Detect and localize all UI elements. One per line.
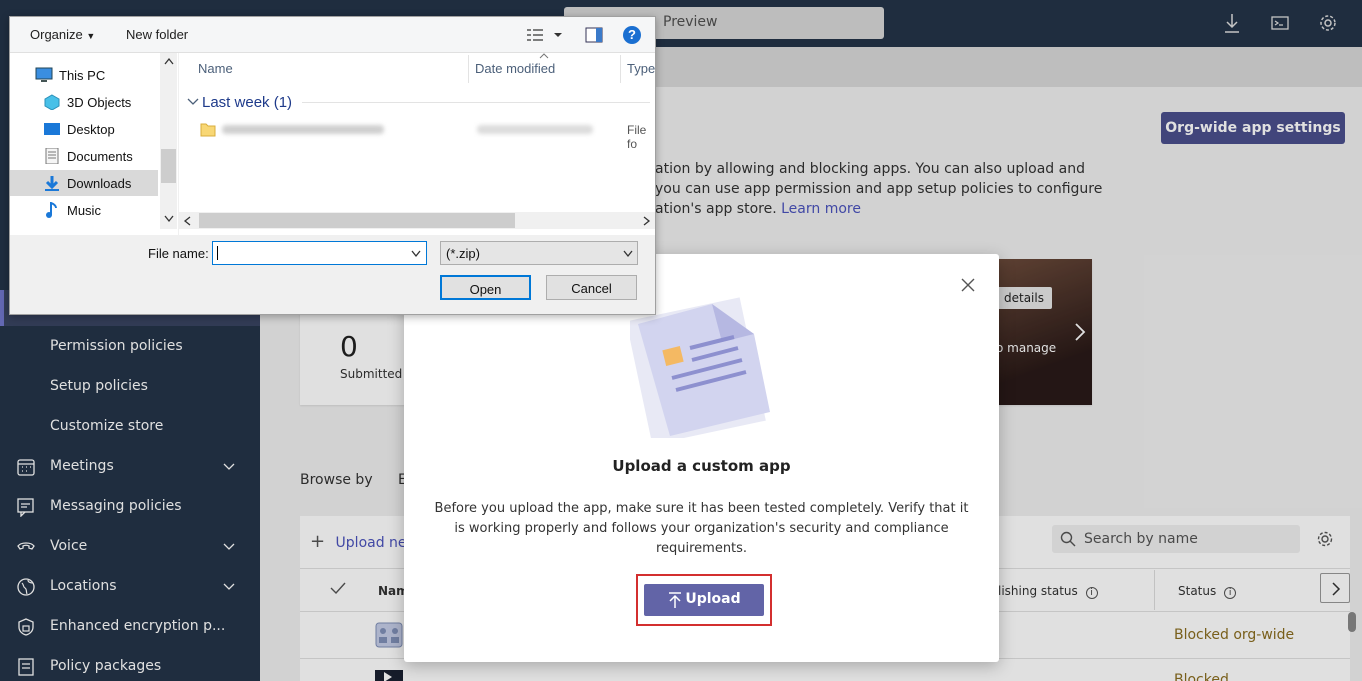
tree-item-label: 3D Objects — [67, 95, 132, 110]
column-divider — [620, 55, 621, 83]
tree-item-desktop[interactable]: Desktop — [10, 116, 158, 142]
documents-icon — [45, 148, 59, 164]
column-divider — [468, 55, 469, 83]
music-icon — [46, 202, 57, 218]
dropdown-arrow-icon: ▼ — [86, 31, 96, 41]
sort-indicator-icon — [539, 53, 549, 59]
file-type-value: (*.zip) — [446, 246, 480, 261]
desktop-icon — [44, 123, 60, 135]
tree-item-music[interactable]: Music — [10, 197, 158, 223]
file-open-dialog: Organize ▼ New folder ? This PC 3D Objec… — [9, 16, 656, 315]
file-name-label: File name: — [148, 246, 209, 261]
scroll-right-icon[interactable] — [643, 216, 651, 226]
file-type-select[interactable]: (*.zip) — [440, 241, 638, 265]
new-folder-button[interactable]: New folder — [126, 27, 188, 42]
tree-item-3d-objects[interactable]: 3D Objects — [10, 89, 158, 115]
computer-icon — [35, 67, 53, 82]
tree-item-downloads[interactable]: Downloads — [10, 170, 158, 196]
organize-label: Organize — [30, 27, 83, 42]
column-name[interactable]: Name — [198, 61, 233, 76]
tree-scroll-thumb[interactable] — [161, 149, 176, 183]
collapse-group-icon[interactable] — [187, 97, 199, 107]
group-header[interactable]: Last week (1) — [202, 94, 292, 111]
file-list-scroll-thumb[interactable] — [199, 213, 515, 228]
group-divider — [302, 102, 650, 103]
cancel-button[interactable]: Cancel — [546, 275, 637, 300]
tree-item-this-pc[interactable]: This PC — [10, 62, 158, 88]
tree-item-documents[interactable]: Documents — [10, 143, 158, 169]
upload-custom-app-dialog: Upload a custom app Before you upload th… — [404, 254, 999, 662]
modal-title: Upload a custom app — [612, 457, 791, 475]
open-button[interactable]: Open — [440, 275, 531, 300]
modal-description: Before you upload the app, make sure it … — [434, 501, 969, 556]
file-item-type: File fo — [627, 123, 647, 151]
file-item-name-blurred[interactable] — [222, 125, 384, 134]
tree-item-label: Downloads — [67, 176, 132, 191]
chevron-down-icon[interactable] — [411, 250, 421, 258]
file-name-input[interactable] — [212, 241, 427, 265]
chevron-down-icon — [623, 250, 633, 258]
folder-icon — [200, 123, 216, 137]
upload-button[interactable]: Upload — [644, 584, 764, 616]
view-options-icon[interactable] — [526, 28, 562, 42]
file-list-scrollbar[interactable] — [179, 212, 655, 229]
scroll-up-icon[interactable] — [164, 57, 174, 65]
downloads-icon — [45, 176, 59, 191]
tree-item-label: Music — [67, 203, 101, 218]
tree-scrollbar[interactable] — [160, 53, 177, 229]
column-type[interactable]: Type — [627, 61, 655, 76]
scroll-left-icon[interactable] — [183, 216, 191, 226]
file-item-date-blurred — [477, 125, 593, 134]
upload-icon — [669, 592, 681, 608]
tree-item-label: This PC — [59, 68, 106, 83]
column-date-modified[interactable]: Date modified — [475, 61, 555, 76]
preview-pane-icon[interactable] — [585, 27, 603, 43]
close-icon[interactable] — [960, 277, 976, 293]
scroll-down-icon[interactable] — [164, 215, 174, 223]
text-cursor — [217, 246, 218, 260]
tree-item-label: Documents — [67, 149, 133, 164]
help-icon[interactable]: ? — [623, 26, 641, 44]
organize-menu[interactable]: Organize ▼ — [30, 27, 95, 42]
upload-button-label: Upload — [685, 591, 741, 607]
file-list — [179, 53, 655, 235]
cube-icon — [44, 94, 60, 110]
tree-item-label: Desktop — [67, 122, 115, 137]
